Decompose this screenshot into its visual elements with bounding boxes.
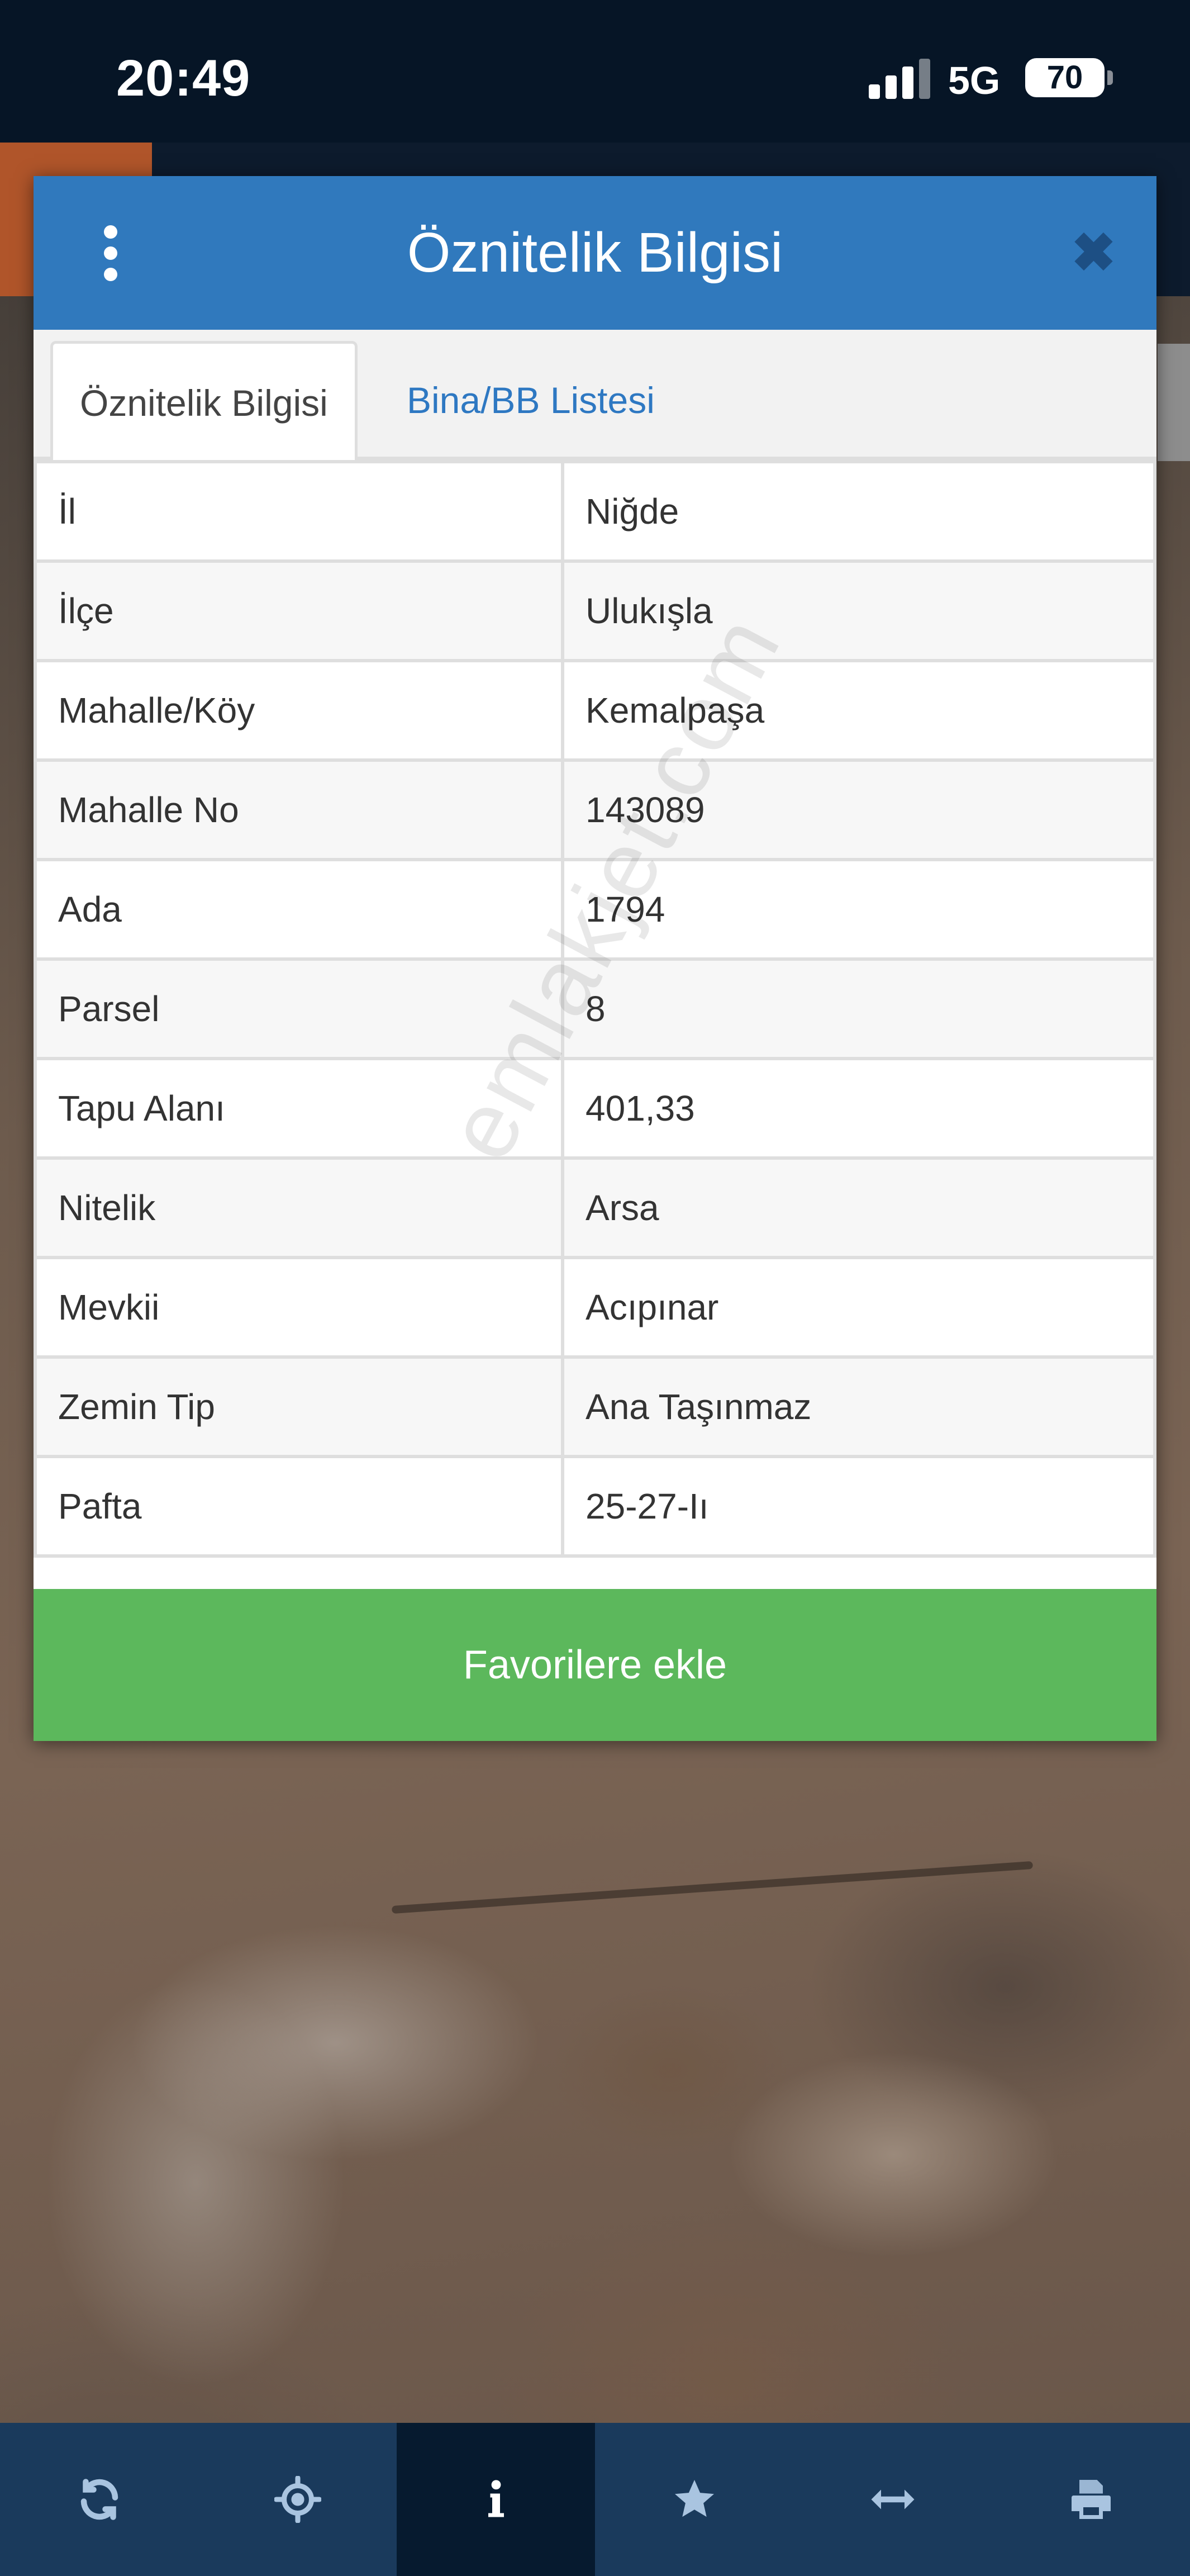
dialog-title: Öznitelik Bilgisi xyxy=(407,221,783,284)
tab-attribute-info[interactable]: Öznitelik Bilgisi xyxy=(50,341,358,463)
attribute-dialog: Öznitelik Bilgisi ✖ Öznitelik Bilgisi Bi… xyxy=(34,176,1156,1741)
network-type: 5G xyxy=(948,59,1001,102)
table-row: İlçe Ulukışla xyxy=(34,559,1156,662)
attribute-value: 8 xyxy=(561,957,1156,1060)
add-to-favorites-button[interactable]: Favorilere ekle xyxy=(34,1589,1156,1741)
attribute-key: İlçe xyxy=(34,559,564,662)
table-row: İl Niğde xyxy=(34,460,1156,563)
attribute-value: 401,33 xyxy=(561,1057,1156,1160)
print-icon xyxy=(1071,2480,1111,2519)
attribute-key: Mevkii xyxy=(34,1256,564,1359)
signal-icon xyxy=(869,59,930,99)
attribute-key: Zemin Tip xyxy=(34,1355,564,1458)
crosshair-icon xyxy=(274,2476,321,2523)
battery-level: 70 xyxy=(1046,59,1083,96)
refresh-icon xyxy=(80,2479,118,2520)
refresh-button[interactable] xyxy=(0,2423,198,2576)
info-button[interactable] xyxy=(397,2423,595,2576)
locate-button[interactable] xyxy=(198,2423,397,2576)
table-row: Mahalle/Köy Kemalpaşa xyxy=(34,659,1156,762)
table-row: Zemin Tip Ana Taşınmaz xyxy=(34,1355,1156,1458)
close-button[interactable]: ✖ xyxy=(1067,226,1120,280)
star-icon xyxy=(674,2480,714,2517)
attribute-value: Niğde xyxy=(561,460,1156,563)
favorites-button[interactable] xyxy=(595,2423,793,2576)
battery-icon: 70 xyxy=(1025,58,1105,97)
status-time: 20:49 xyxy=(116,50,251,107)
attribute-key: Nitelik xyxy=(34,1156,564,1259)
attribute-value: Ulukışla xyxy=(561,559,1156,662)
attribute-key: Pafta xyxy=(34,1455,564,1558)
kebab-menu-icon[interactable] xyxy=(99,225,122,281)
map-scrollbar[interactable] xyxy=(1158,344,1190,461)
attribute-value: Ana Taşınmaz xyxy=(561,1355,1156,1458)
attribute-value: 25-27-Iı xyxy=(561,1455,1156,1558)
attribute-key: Ada xyxy=(34,858,564,961)
measure-arrows-icon xyxy=(871,2489,914,2509)
table-row: Tapu Alanı 401,33 xyxy=(34,1057,1156,1160)
attribute-key: Mahalle/Köy xyxy=(34,659,564,762)
battery-tip xyxy=(1107,70,1113,85)
table-row: Mevkii Acıpınar xyxy=(34,1256,1156,1359)
measure-button[interactable] xyxy=(793,2423,992,2576)
dialog-header: Öznitelik Bilgisi ✖ xyxy=(34,176,1156,330)
dialog-tabs: Öznitelik Bilgisi Bina/BB Listesi xyxy=(34,330,1156,463)
status-bar: 20:49 5G 70 xyxy=(0,0,1190,143)
bottom-toolbar xyxy=(0,2423,1190,2576)
table-row: Nitelik Arsa xyxy=(34,1156,1156,1259)
attribute-key: İl xyxy=(34,460,564,563)
attribute-value: Acıpınar xyxy=(561,1256,1156,1359)
tab-building-list[interactable]: Bina/BB Listesi xyxy=(380,341,682,460)
info-icon xyxy=(488,2480,504,2517)
attribute-value: Arsa xyxy=(561,1156,1156,1259)
attribute-key: Mahalle No xyxy=(34,758,564,861)
table-row: Pafta 25-27-Iı xyxy=(34,1455,1156,1558)
print-button[interactable] xyxy=(992,2423,1190,2576)
